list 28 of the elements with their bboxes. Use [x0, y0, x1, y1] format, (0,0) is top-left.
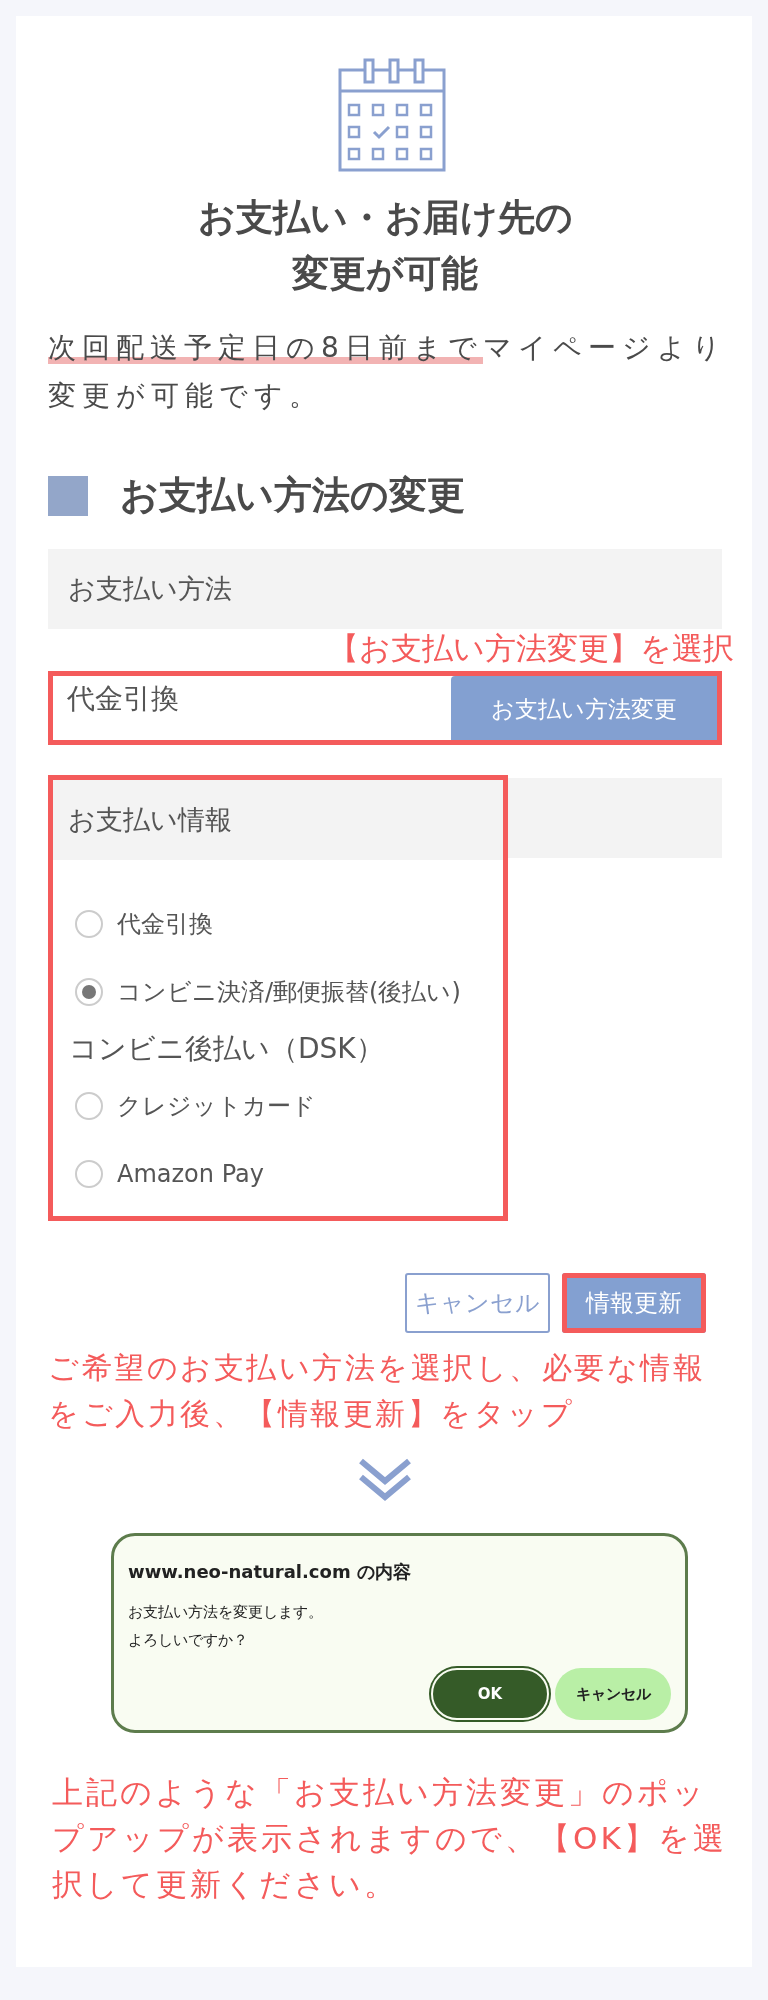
- update-button[interactable]: 情報更新: [562, 1273, 706, 1333]
- dialog-message: お支払い方法を変更します。 よろしいですか？: [128, 1602, 324, 1651]
- field-label: お支払い情報: [53, 780, 503, 860]
- page-title: お支払い・お届け先の 変更が可能: [196, 195, 574, 297]
- option-label: クレジットカード: [117, 1091, 316, 1122]
- instruction-text: ご希望のお支払い方法を選択し、必要な情報をご入力後、【情報更新】をタップ: [48, 1349, 706, 1433]
- option-label: コンビニ決済/郵便振替(後払い): [117, 977, 461, 1008]
- radio-button[interactable]: [75, 1092, 103, 1120]
- notice-text: 次回配送予定日の8日前まで マイページより変更が可能です。: [48, 330, 728, 414]
- double-chevron-down-icon: [357, 1457, 413, 1503]
- calendar-icon: [338, 58, 446, 172]
- radio-button[interactable]: [75, 910, 103, 938]
- ok-button[interactable]: OK: [431, 1668, 549, 1720]
- annotation-text: 【お支払い方法変更】を選択: [328, 629, 734, 667]
- change-method-button[interactable]: お支払い方法変更: [451, 676, 717, 740]
- option-label: 代金引換: [117, 909, 213, 940]
- cancel-button[interactable]: キャンセル: [405, 1273, 550, 1333]
- closing-text: 上記のような「お支払い方法変更」のポップアップが表示されますので、【OK】を選択して更新ください。: [52, 1773, 728, 1904]
- radio-button[interactable]: [75, 1160, 103, 1188]
- cancel-button[interactable]: キャンセル: [555, 1668, 671, 1720]
- option-label: Amazon Pay: [117, 1160, 264, 1188]
- dialog-title: www.neo-natural.com の内容: [128, 1560, 412, 1584]
- heading-marker: [48, 475, 88, 516]
- payment-method-value: 代金引換: [66, 681, 180, 717]
- radio-button[interactable]: [75, 978, 103, 1006]
- field-label: お支払い方法: [48, 549, 722, 629]
- option-group-label: コンビニ後払い（DSK）: [69, 1031, 385, 1067]
- section-heading: お支払い方法の変更: [120, 472, 465, 519]
